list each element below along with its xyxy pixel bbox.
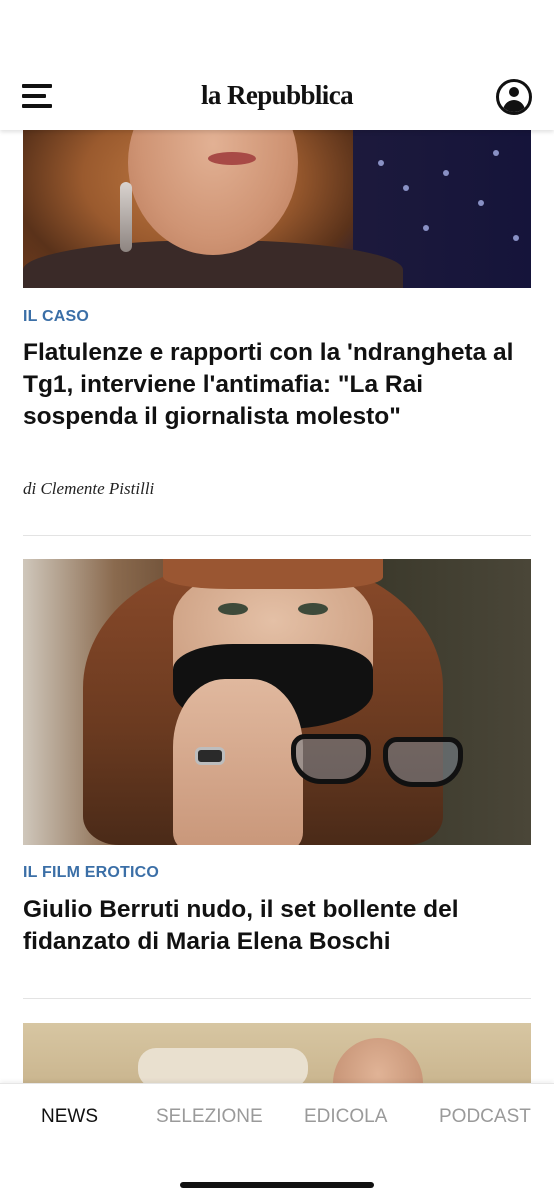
image-region — [208, 152, 256, 165]
home-indicator[interactable] — [180, 1182, 374, 1188]
image-region — [173, 679, 303, 845]
image-region — [333, 1038, 423, 1083]
article-divider — [23, 535, 531, 536]
image-region — [298, 603, 328, 615]
image-light — [443, 170, 449, 176]
article-divider — [23, 998, 531, 999]
article-image[interactable] — [23, 130, 531, 288]
image-light — [493, 150, 499, 156]
app-logo[interactable]: la Repubblica — [0, 80, 554, 111]
profile-body-shape — [503, 100, 525, 112]
tab-edicola[interactable]: EDICOLA — [304, 1106, 387, 1128]
article-kicker[interactable]: IL CASO — [23, 308, 89, 326]
profile-head-shape — [509, 87, 519, 97]
image-region — [138, 1048, 308, 1083]
bottom-tab-bar: NEWS SELEZIONE EDICOLA PODCAST — [0, 1083, 554, 1200]
image-light — [423, 225, 429, 231]
image-region — [383, 737, 463, 787]
image-light — [513, 235, 519, 241]
article-title[interactable]: Giulio Berruti nudo, il set bollente del… — [23, 894, 533, 958]
image-region — [291, 734, 371, 784]
article-kicker[interactable]: IL FILM EROTICO — [23, 864, 159, 882]
app-header: la Repubblica — [0, 0, 554, 130]
image-light — [403, 185, 409, 191]
article-image[interactable] — [23, 1023, 531, 1083]
tab-podcast[interactable]: PODCAST — [439, 1106, 531, 1128]
article-image[interactable] — [23, 559, 531, 845]
image-region — [120, 182, 132, 252]
article-title[interactable]: Flatulenze e rapporti con la 'ndrangheta… — [23, 337, 533, 433]
image-region — [218, 603, 248, 615]
tab-news[interactable]: NEWS — [41, 1106, 98, 1128]
image-region — [195, 747, 225, 765]
image-region — [163, 559, 383, 589]
image-light — [378, 160, 384, 166]
tab-selezione[interactable]: SELEZIONE — [156, 1106, 263, 1128]
image-light — [478, 200, 484, 206]
article-byline: di Clemente Pistilli — [23, 479, 155, 498]
user-profile-icon[interactable] — [496, 79, 532, 115]
news-feed[interactable]: IL CASO Flatulenze e rapporti con la 'nd… — [0, 130, 554, 1083]
